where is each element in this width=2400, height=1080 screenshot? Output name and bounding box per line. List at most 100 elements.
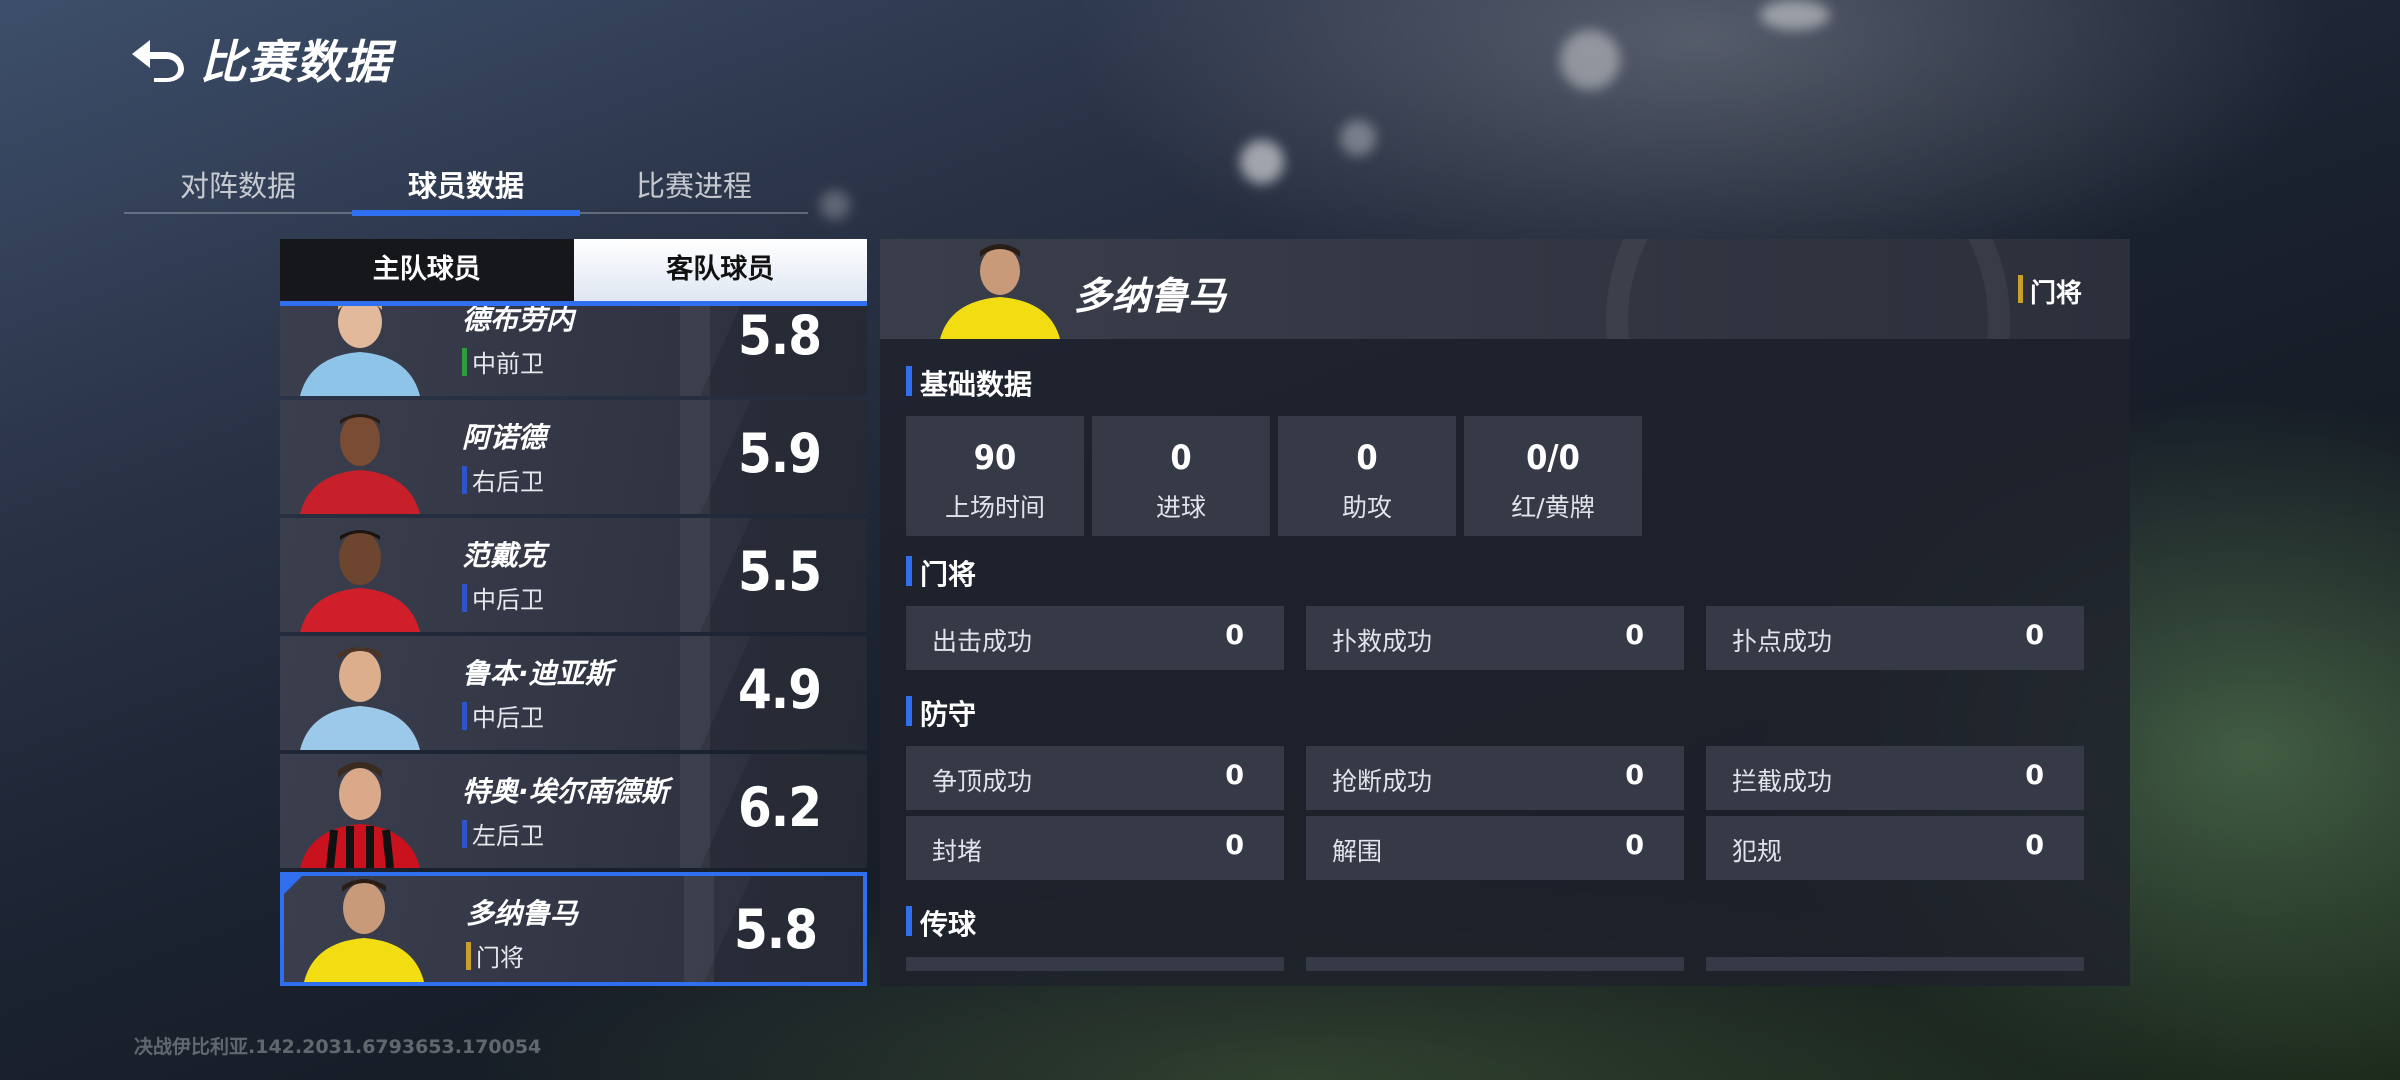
player-rating: 5.8 [733, 898, 818, 961]
player-name: 阿诺德 [462, 421, 547, 454]
player-rating: 6.2 [737, 776, 822, 839]
section-bar [906, 696, 912, 726]
player-rating: 5.5 [737, 540, 822, 603]
detail-player-position: 门将 [2017, 273, 2082, 310]
player-name: 范戴克 [462, 539, 547, 572]
stat-label: 红/黄牌 [1511, 493, 1595, 522]
away-players-button[interactable]: 客队球员 [573, 239, 867, 301]
stat-value: 0/0 [1526, 438, 1580, 478]
player-position: 右后卫 [462, 462, 544, 497]
player-row[interactable]: 范戴克 中后卫 5.5 [280, 518, 867, 632]
player-position: 中前卫 [462, 344, 544, 379]
player-avatar [300, 306, 420, 396]
basic-stat-minutes: 90 上场时间 [906, 416, 1084, 536]
player-list-panel: 主队球员 客队球员 德布劳内 中前卫 5.8 阿诺德 右后卫 5.9 范戴克 中… [280, 239, 867, 986]
tab-matchup-stats[interactable]: 对阵数据 [124, 160, 352, 212]
stat-label: 扑救成功 [1332, 627, 1433, 656]
player-name: 鲁本·迪亚斯 [462, 657, 613, 690]
stadium-light [1340, 120, 1376, 156]
section-bar [906, 366, 912, 396]
page-title: 比赛数据 [200, 35, 392, 89]
position-color-bar [462, 702, 467, 730]
position-color-bar [466, 942, 471, 970]
player-name: 多纳鲁马 [466, 897, 579, 930]
section-title-goalkeeper: 门将 [906, 553, 976, 593]
basic-stat-assists: 0 助攻 [1278, 416, 1456, 536]
stat-value: 0 [1625, 760, 1644, 791]
player-position: 左后卫 [462, 816, 544, 851]
stat-value: 0 [1225, 830, 1244, 861]
stat-value: 0 [1356, 438, 1378, 478]
stat-label: 拦截成功 [1732, 767, 1833, 796]
stadium-light [1240, 140, 1284, 184]
detail-header: 多纳鲁马 门将 [880, 239, 2130, 339]
stat-penalty-saves: 扑点成功 0 [1706, 606, 2084, 670]
section-bar [906, 906, 912, 936]
stat-value: 0 [1170, 438, 1192, 478]
stat-clearances: 解围 0 [1306, 816, 1684, 880]
stat-box-partial [906, 957, 1284, 971]
section-bar [906, 556, 912, 586]
stat-label: 封堵 [932, 837, 983, 866]
position-color-bar [462, 348, 467, 376]
basic-stat-cards: 0/0 红/黄牌 [1464, 416, 1642, 536]
player-row[interactable]: 鲁本·迪亚斯 中后卫 4.9 [280, 636, 867, 750]
player-name: 德布劳内 [462, 306, 575, 336]
stat-saves: 扑救成功 0 [1306, 606, 1684, 670]
stat-value: 0 [1225, 760, 1244, 791]
position-color-bar [462, 820, 467, 848]
section-title-defense: 防守 [906, 693, 976, 733]
stat-claims: 出击成功 0 [906, 606, 1284, 670]
position-color-bar [2017, 275, 2023, 303]
player-avatar [940, 244, 1060, 339]
stat-label: 抢断成功 [1332, 767, 1433, 796]
player-avatar [300, 762, 420, 868]
stat-value: 0 [1225, 620, 1244, 651]
player-position: 中后卫 [462, 698, 544, 733]
team-toggle: 主队球员 客队球员 [280, 239, 867, 301]
stat-value: 90 [973, 438, 1017, 478]
stat-label: 犯规 [1732, 837, 1783, 866]
player-detail-panel: 多纳鲁马 门将 基础数据 90 上场时间 0 进球 0 助攻 0/0 红/黄牌 门将 出… [880, 239, 2130, 986]
player-avatar [300, 530, 420, 632]
home-players-button[interactable]: 主队球员 [280, 239, 574, 301]
position-color-bar [462, 466, 467, 494]
player-list[interactable]: 德布劳内 中前卫 5.8 阿诺德 右后卫 5.9 范戴克 中后卫 5.5 鲁本·… [280, 306, 867, 986]
player-rating: 4.9 [737, 658, 822, 721]
stadium-light [1760, 0, 1830, 30]
player-avatar [304, 879, 424, 982]
stat-value: 0 [2025, 760, 2044, 791]
detail-player-name: 多纳鲁马 [1074, 274, 1227, 318]
selected-corner-mark [284, 876, 302, 894]
watermark: 决战伊比利亚.142.2031.6793653.170054 [134, 1036, 542, 1058]
player-rating: 5.9 [737, 422, 822, 485]
section-title-basic: 基础数据 [906, 363, 1032, 403]
position-color-bar [462, 584, 467, 612]
stat-value: 0 [1625, 620, 1644, 651]
stat-blocks: 封堵 0 [906, 816, 1284, 880]
player-row[interactable]: 阿诺德 右后卫 5.9 [280, 400, 867, 514]
back-arrow-icon[interactable] [128, 34, 188, 84]
player-row[interactable]: 特奥·埃尔南德斯 左后卫 6.2 [280, 754, 867, 868]
stat-value: 0 [2025, 620, 2044, 651]
tab-match-progress[interactable]: 比赛进程 [580, 160, 808, 212]
stat-label: 上场时间 [944, 493, 1045, 522]
player-position: 门将 [466, 938, 524, 973]
stat-fouls: 犯规 0 [1706, 816, 2084, 880]
tab-player-stats[interactable]: 球员数据 [352, 160, 580, 216]
stadium-light [820, 190, 850, 220]
player-row-selected[interactable]: 多纳鲁马 门将 5.8 [280, 872, 867, 986]
section-title-passing: 传球 [906, 903, 976, 943]
stat-label: 进球 [1155, 493, 1206, 522]
player-avatar [300, 647, 420, 750]
stat-value: 0 [1625, 830, 1644, 861]
tab-bar: 对阵数据 球员数据 比赛进程 [124, 160, 808, 216]
stat-label: 扑点成功 [1732, 627, 1833, 656]
player-position: 中后卫 [462, 580, 544, 615]
stat-box-partial [1706, 957, 2084, 971]
basic-stat-goals: 0 进球 [1092, 416, 1270, 536]
player-avatar [300, 414, 420, 514]
header-decoration [1606, 239, 2010, 339]
stat-box-partial [1306, 957, 1684, 971]
player-row[interactable]: 德布劳内 中前卫 5.8 [280, 306, 867, 396]
